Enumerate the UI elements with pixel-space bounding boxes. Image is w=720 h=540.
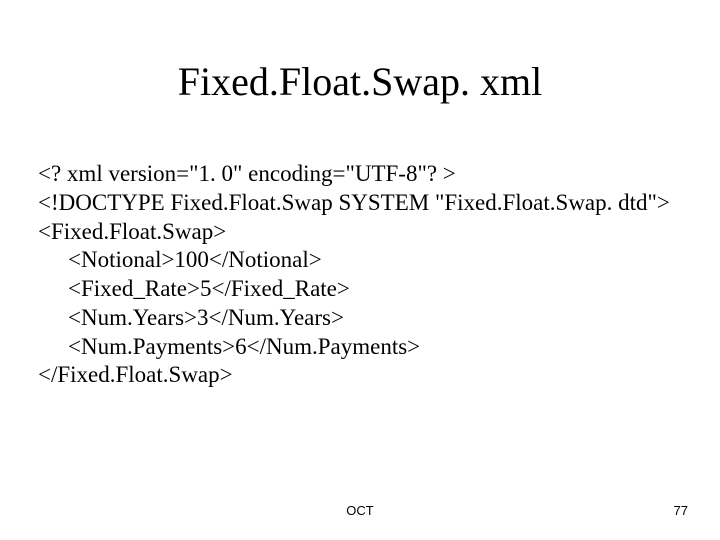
footer-center: OCT (0, 503, 720, 518)
code-line: <Notional>100</Notional> (38, 246, 700, 275)
page-number: 77 (674, 503, 688, 518)
code-line: <Num.Payments>6</Num.Payments> (38, 333, 700, 362)
slide: Fixed.Float.Swap. xml <? xml version="1.… (0, 0, 720, 540)
code-line: <Fixed_Rate>5</Fixed_Rate> (38, 275, 700, 304)
code-line: </Fixed.Float.Swap> (38, 361, 700, 390)
code-line: <Fixed.Float.Swap> (38, 218, 700, 247)
code-line: <Num.Years>3</Num.Years> (38, 304, 700, 333)
code-block: <? xml version="1. 0" encoding="UTF-8"? … (38, 160, 700, 390)
code-line: <? xml version="1. 0" encoding="UTF-8"? … (38, 160, 700, 189)
slide-title: Fixed.Float.Swap. xml (0, 58, 720, 105)
code-line: <!DOCTYPE Fixed.Float.Swap SYSTEM "Fixed… (38, 189, 700, 218)
